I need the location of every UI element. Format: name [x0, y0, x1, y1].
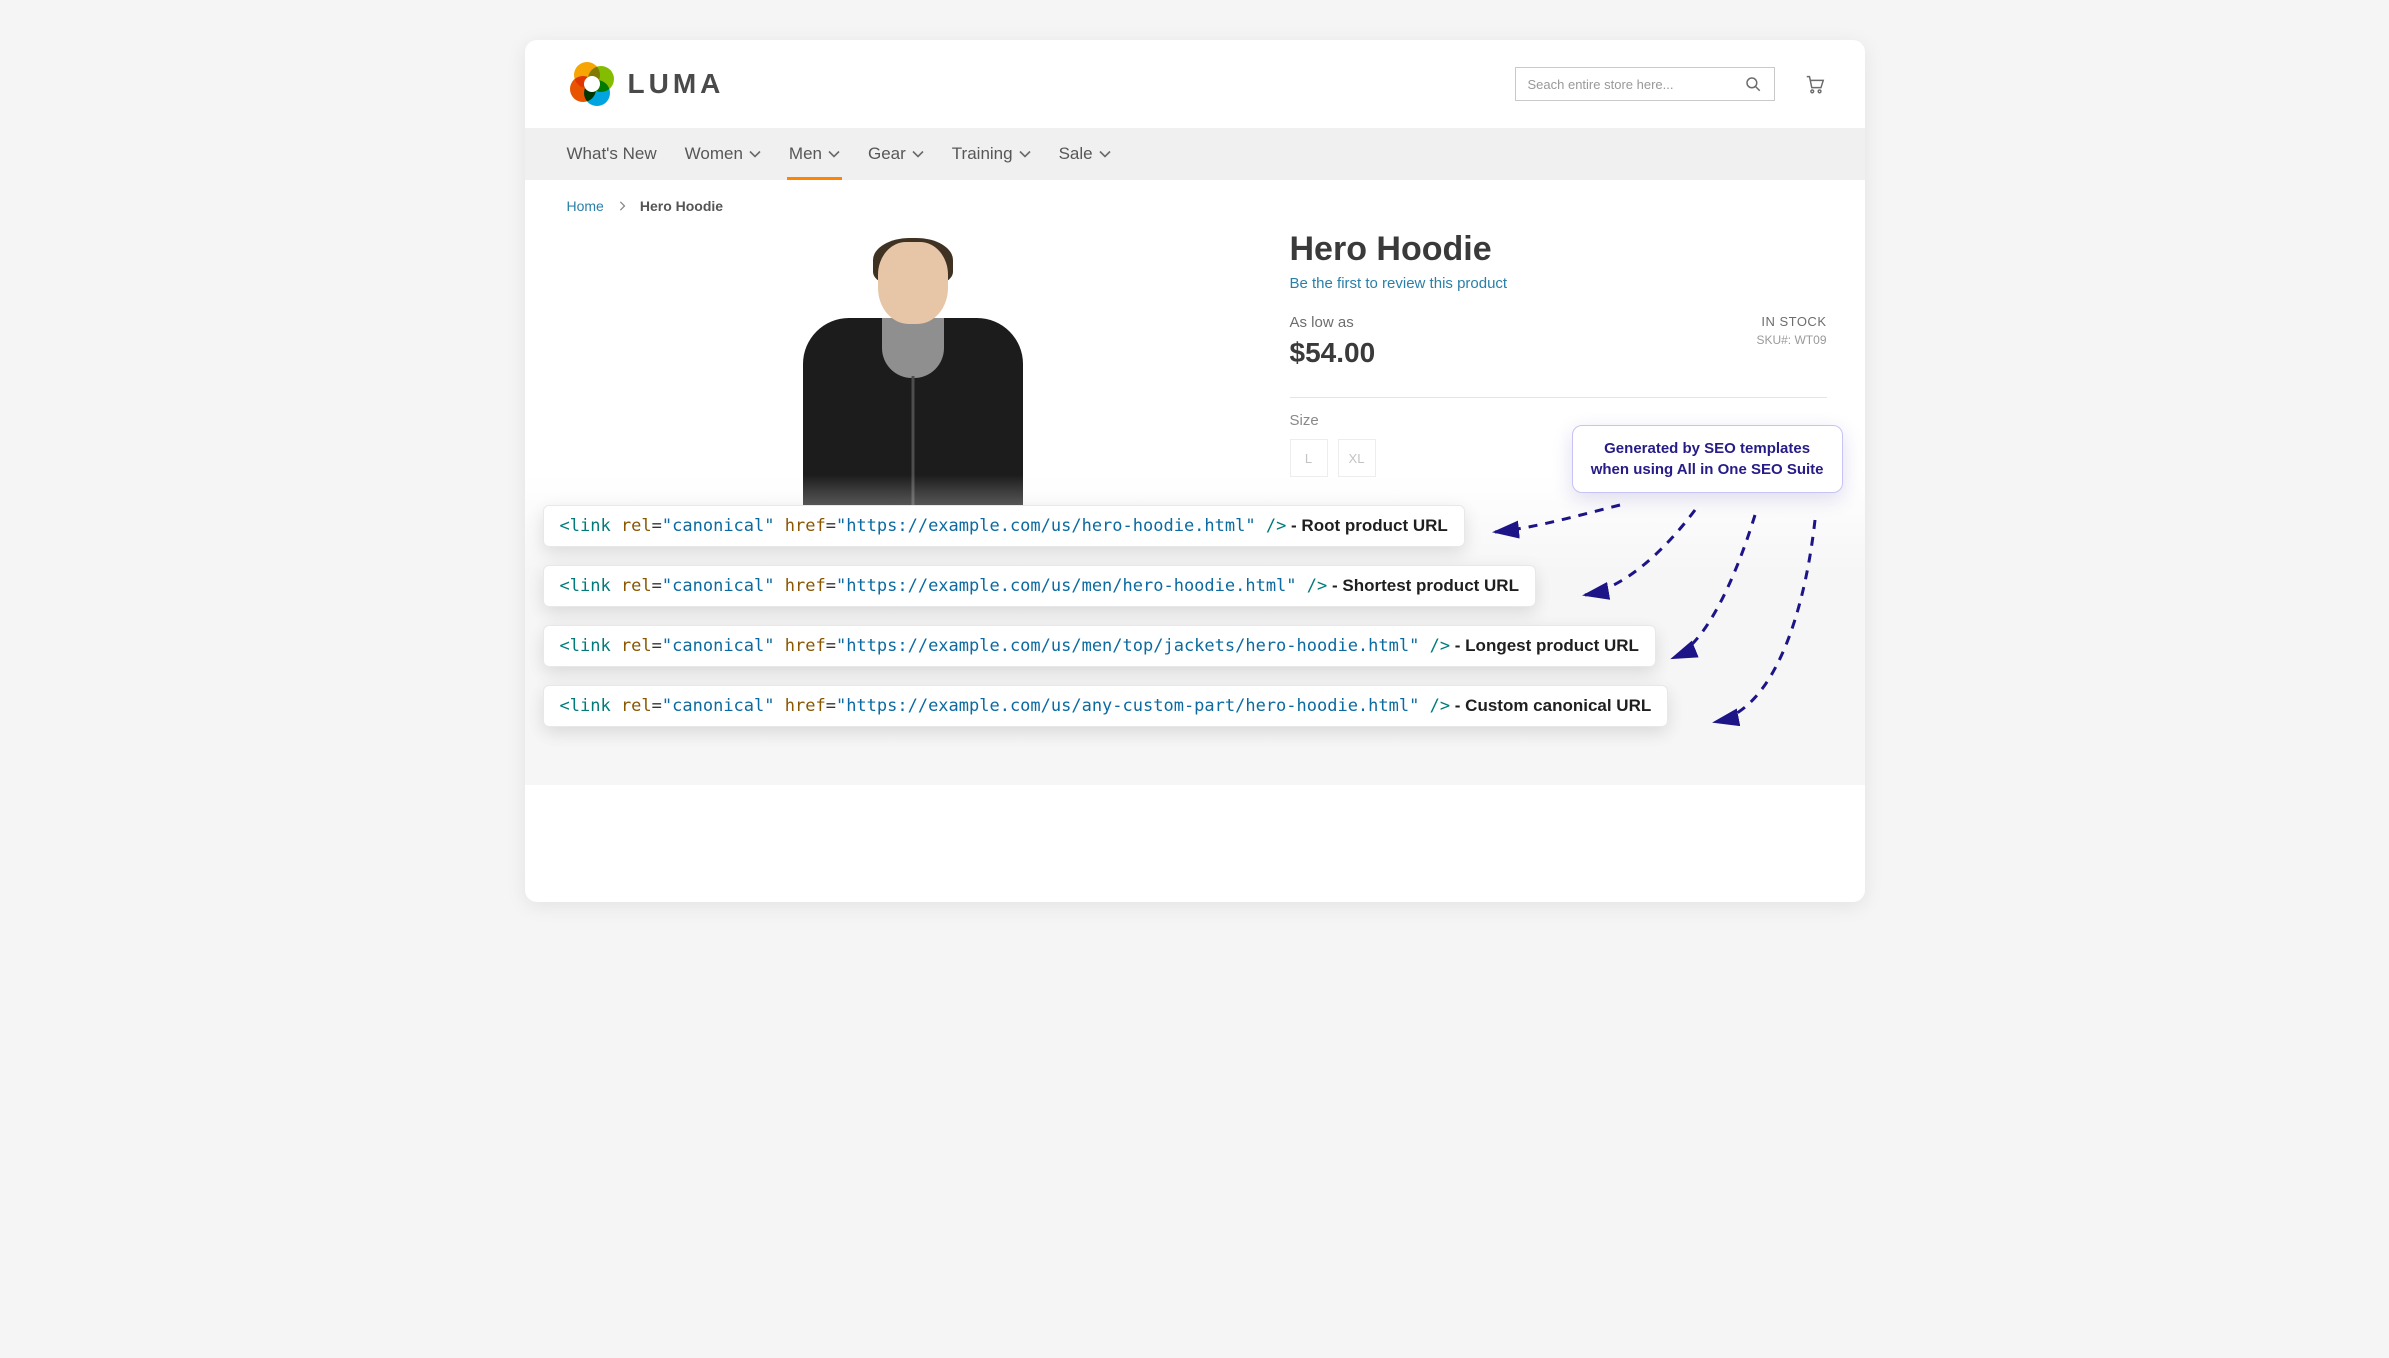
page-container: LUMA What's NewWomenMenGearTrainingSale …	[525, 40, 1865, 902]
logo-icon	[570, 62, 614, 106]
nav-item-women[interactable]: Women	[685, 128, 761, 180]
code-example-2: <link rel="canonical" href="https://exam…	[543, 625, 1656, 667]
header-bar: LUMA	[525, 40, 1865, 128]
size-swatch-xl[interactable]: XL	[1338, 439, 1376, 477]
chevron-down-icon	[1099, 148, 1111, 160]
search-box[interactable]	[1515, 67, 1775, 101]
nav-item-label: Women	[685, 144, 743, 164]
nav-item-label: Sale	[1059, 144, 1093, 164]
logo[interactable]: LUMA	[570, 62, 725, 106]
chevron-down-icon	[912, 148, 924, 160]
price-row: As low as $54.00 IN STOCK SKU#: WT09	[1290, 314, 1827, 369]
code-example-1: <link rel="canonical" href="https://exam…	[543, 565, 1536, 607]
search-input[interactable]	[1528, 77, 1744, 92]
nav-bar: What's New Women Men Gear Training Sale	[525, 128, 1865, 180]
nav-item-label: Training	[952, 144, 1013, 164]
breadcrumb: Home Hero Hoodie	[525, 180, 1865, 214]
size-swatch-l[interactable]: L	[1290, 439, 1328, 477]
chevron-right-icon	[618, 201, 626, 211]
stock-status: IN STOCK	[1756, 314, 1826, 329]
code-example-0: <link rel="canonical" href="https://exam…	[543, 505, 1465, 547]
product-price: $54.00	[1290, 337, 1376, 369]
sku: SKU#: WT09	[1756, 333, 1826, 347]
nav-item-what-s-new[interactable]: What's New	[567, 128, 657, 180]
search-icon[interactable]	[1744, 75, 1762, 93]
breadcrumb-home[interactable]: Home	[567, 198, 604, 214]
header-right	[1515, 67, 1827, 101]
nav-item-label: What's New	[567, 144, 657, 164]
code-example-3: <link rel="canonical" href="https://exam…	[543, 685, 1669, 727]
product-title: Hero Hoodie	[1290, 230, 1827, 269]
cart-icon[interactable]	[1803, 73, 1827, 95]
review-link[interactable]: Be the first to review this product	[1290, 275, 1508, 292]
nav-item-gear[interactable]: Gear	[868, 128, 924, 180]
breadcrumb-current: Hero Hoodie	[640, 198, 723, 214]
annotation-callout: Generated by SEO templates when using Al…	[1572, 425, 1843, 493]
chevron-down-icon	[828, 148, 840, 160]
code-example-list: <link rel="canonical" href="https://exam…	[543, 505, 1847, 727]
nav-item-men[interactable]: Men	[789, 128, 840, 180]
nav-item-label: Gear	[868, 144, 906, 164]
chevron-down-icon	[1019, 148, 1031, 160]
logo-text: LUMA	[628, 68, 725, 100]
chevron-down-icon	[749, 148, 761, 160]
nav-item-training[interactable]: Training	[952, 128, 1031, 180]
as-low-as-label: As low as	[1290, 314, 1376, 331]
nav-item-sale[interactable]: Sale	[1059, 128, 1111, 180]
nav-item-label: Men	[789, 144, 822, 164]
